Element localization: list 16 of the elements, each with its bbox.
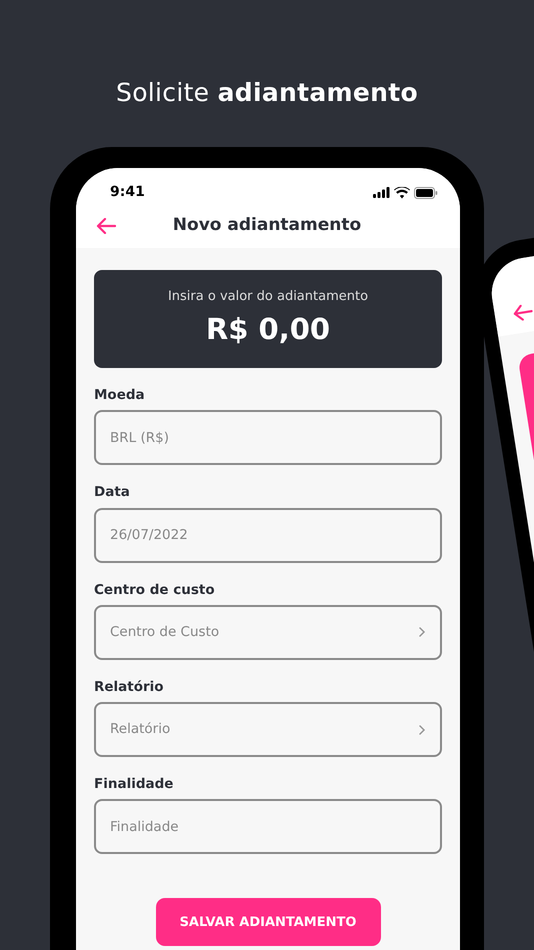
screen-title: Novo adiantamento xyxy=(172,214,362,237)
field-label: Finalidade xyxy=(94,775,174,794)
field-label: Moeda xyxy=(94,386,146,405)
amount-value: R$ 0,00 xyxy=(206,311,330,348)
field-label: Centro de custo xyxy=(94,580,216,600)
headline: Solicite adiantamento xyxy=(115,77,419,109)
select-field[interactable]: Centro de Custo xyxy=(94,604,442,660)
save-button[interactable]: SALVAR ADIANTAMENTO xyxy=(156,898,380,946)
select-field[interactable]: Relatório xyxy=(94,702,442,757)
status-time: 9:41 xyxy=(109,183,145,202)
input-field[interactable]: BRL (R$) xyxy=(94,410,442,466)
field-label: Data xyxy=(94,483,131,502)
input-field[interactable]: 26/07/2022 xyxy=(94,508,442,562)
amount-label: Insira o valor do adiantamento xyxy=(168,288,368,306)
field-label: Relatório xyxy=(94,678,165,697)
input-field[interactable]: Finalidade xyxy=(94,799,442,854)
